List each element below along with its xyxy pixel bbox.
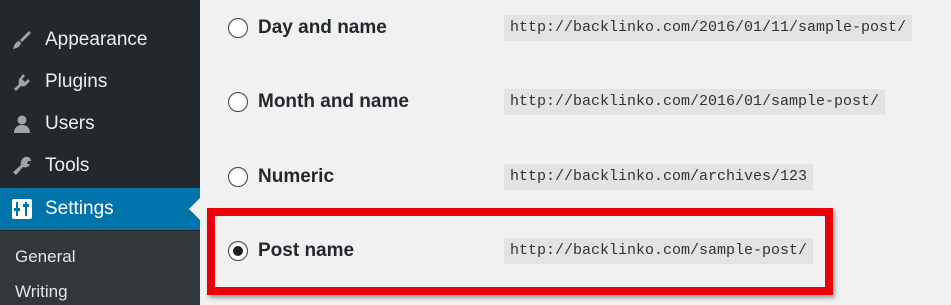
option-label[interactable]: Numeric [258, 166, 334, 188]
menu-item-plugins[interactable]: Plugins [0, 61, 200, 103]
option-label[interactable]: Month and name [258, 91, 409, 113]
radio-button[interactable] [228, 18, 248, 38]
example-url: http://backlinko.com/2016/01/11/sample-p… [504, 15, 913, 41]
menu-item-settings[interactable]: Settings [0, 188, 200, 230]
settings-icon [10, 197, 34, 221]
menu-item-label: Settings [45, 198, 114, 219]
active-indicator-arrow [189, 198, 200, 220]
radio-button[interactable] [228, 167, 248, 187]
permalink-option-month-and-name[interactable]: Month and name http://backlinko.com/2016… [228, 87, 928, 117]
example-url: http://backlinko.com/2016/01/sample-post… [504, 89, 886, 115]
example-url: http://backlinko.com/archives/123 [504, 164, 814, 190]
submenu-item-writing[interactable]: Writing [15, 282, 68, 302]
menu-item-appearance[interactable]: Appearance [0, 19, 200, 61]
plug-icon [10, 70, 34, 94]
option-label[interactable]: Day and name [258, 17, 387, 39]
user-icon [10, 112, 34, 136]
radio-button[interactable] [228, 92, 248, 112]
submenu-item-general[interactable]: General [15, 247, 75, 267]
wrench-icon [10, 154, 34, 178]
menu-item-label: Users [45, 113, 95, 134]
menu-item-label: Plugins [45, 71, 108, 92]
paintbrush-icon [10, 28, 34, 52]
menu-item-tools[interactable]: Tools [0, 145, 200, 187]
menu-item-label: Tools [45, 155, 90, 176]
highlight-box [207, 208, 833, 295]
menu-item-label: Appearance [45, 29, 148, 50]
admin-sidebar: Appearance Plugins Users Tools Settings … [0, 0, 200, 305]
permalink-option-numeric[interactable]: Numeric http://backlinko.com/archives/12… [228, 162, 928, 192]
permalink-option-day-and-name[interactable]: Day and name http://backlinko.com/2016/0… [228, 13, 928, 43]
menu-item-users[interactable]: Users [0, 103, 200, 145]
settings-submenu: General Writing [0, 231, 200, 305]
